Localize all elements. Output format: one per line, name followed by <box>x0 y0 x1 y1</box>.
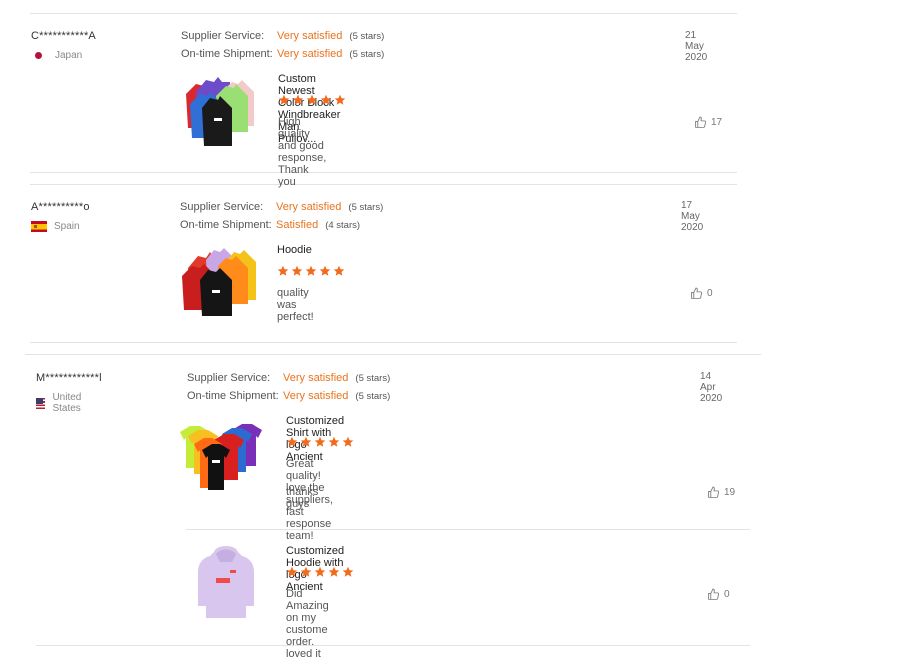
divider-top <box>30 13 737 14</box>
rating-stars-count: (5 stars) <box>349 49 385 60</box>
buyer-country: United States <box>36 392 88 414</box>
product-rating-stars <box>286 566 354 578</box>
review-text: High quality and good response, Thank yo… <box>278 116 327 188</box>
united-states-flag-icon <box>36 397 46 409</box>
rating-value: Very satisfied <box>283 390 349 402</box>
like-button[interactable]: 17 <box>694 116 722 129</box>
star-icon <box>320 94 332 105</box>
rating-supplier-service: Supplier Service: Very satisfied (5 star… <box>187 372 390 384</box>
japan-flag-icon <box>33 50 43 61</box>
star-icon <box>278 94 290 105</box>
divider <box>30 172 737 173</box>
country-label: Japan <box>55 50 83 61</box>
star-icon <box>286 566 298 577</box>
review-text: quality was perfect! <box>277 287 314 323</box>
country-label: Spain <box>54 221 80 232</box>
thumbs-up-icon <box>691 287 702 299</box>
thumbs-up-icon <box>708 588 719 600</box>
product-title[interactable]: Hoodie <box>277 244 312 256</box>
like-count: 0 <box>707 288 713 299</box>
review-date: 21 May 2020 <box>685 30 708 63</box>
product-thumbnail[interactable] <box>178 74 262 148</box>
star-icon <box>314 436 326 447</box>
review-date: 17 May 2020 <box>681 200 704 233</box>
star-icon <box>328 436 340 447</box>
star-icon <box>328 566 340 577</box>
rating-supplier-service: Supplier Service: Very satisfied (5 star… <box>181 30 384 42</box>
product-rating-stars <box>278 94 346 106</box>
rating-value: Very satisfied <box>277 30 343 42</box>
like-button[interactable]: 0 <box>707 588 730 601</box>
rating-label: Supplier Service: <box>181 30 265 42</box>
buyer-name: A**********o <box>31 201 90 213</box>
star-icon <box>286 436 298 447</box>
like-count: 17 <box>711 117 723 128</box>
buyer-country: Spain <box>31 221 80 232</box>
divider <box>30 184 737 185</box>
product-rating-stars <box>286 436 354 448</box>
product-thumbnail[interactable] <box>196 544 256 622</box>
divider <box>186 529 750 530</box>
buyer-country: Japan <box>33 50 82 61</box>
star-icon <box>333 265 345 276</box>
rating-label: On-time Shipment: <box>181 48 273 60</box>
rating-label: On-time Shipment: <box>180 219 272 231</box>
rating-value: Satisfied <box>276 219 319 231</box>
rating-supplier-service: Supplier Service: Very satisfied (5 star… <box>180 201 383 213</box>
rating-stars-count: (5 stars) <box>355 391 391 402</box>
review-date: 14 Apr 2020 <box>700 371 723 404</box>
star-icon <box>306 94 318 105</box>
spain-flag-icon <box>31 221 47 232</box>
review-text: Did Amazing on my custome order. loved i… <box>286 588 329 660</box>
star-icon <box>334 94 346 105</box>
rating-stars-count: (5 stars) <box>348 202 384 213</box>
rating-label: Supplier Service: <box>187 372 271 384</box>
divider <box>25 354 761 355</box>
star-icon <box>292 94 304 105</box>
star-icon <box>300 436 312 447</box>
star-icon <box>300 566 312 577</box>
star-icon <box>277 265 289 276</box>
rating-value: Very satisfied <box>277 48 343 60</box>
star-icon <box>291 265 303 276</box>
star-icon <box>342 566 354 577</box>
star-icon <box>342 436 354 447</box>
product-rating-stars <box>277 265 345 277</box>
star-icon <box>314 566 326 577</box>
rating-stars-count: (5 stars) <box>349 31 385 42</box>
rating-value: Very satisfied <box>283 372 349 384</box>
like-count: 0 <box>724 589 730 600</box>
like-button[interactable]: 0 <box>690 287 713 300</box>
buyer-name: C***********A <box>31 30 96 42</box>
star-icon <box>305 265 317 276</box>
buyer-name: M************l <box>36 372 102 384</box>
divider-bottom <box>36 645 750 646</box>
rating-on-time-shipment: On-time Shipment: Satisfied (4 stars) <box>180 219 360 231</box>
like-button[interactable]: 19 <box>707 486 735 499</box>
like-count: 19 <box>724 487 736 498</box>
rating-value: Very satisfied <box>276 201 342 213</box>
rating-on-time-shipment: On-time Shipment: Very satisfied (5 star… <box>181 48 384 60</box>
rating-label: Supplier Service: <box>180 201 264 213</box>
star-icon <box>319 265 331 276</box>
product-thumbnail[interactable] <box>178 424 264 492</box>
divider <box>30 342 737 343</box>
rating-stars-count: (4 stars) <box>325 220 361 231</box>
rating-label: On-time Shipment: <box>187 390 279 402</box>
rating-on-time-shipment: On-time Shipment: Very satisfied (5 star… <box>187 390 390 402</box>
country-label: United States <box>52 392 82 414</box>
product-thumbnail[interactable] <box>178 246 262 318</box>
rating-stars-count: (5 stars) <box>355 373 391 384</box>
thumbs-up-icon <box>695 116 706 128</box>
review-text-followup: thanks guys <box>286 486 319 510</box>
thumbs-up-icon <box>708 486 719 498</box>
